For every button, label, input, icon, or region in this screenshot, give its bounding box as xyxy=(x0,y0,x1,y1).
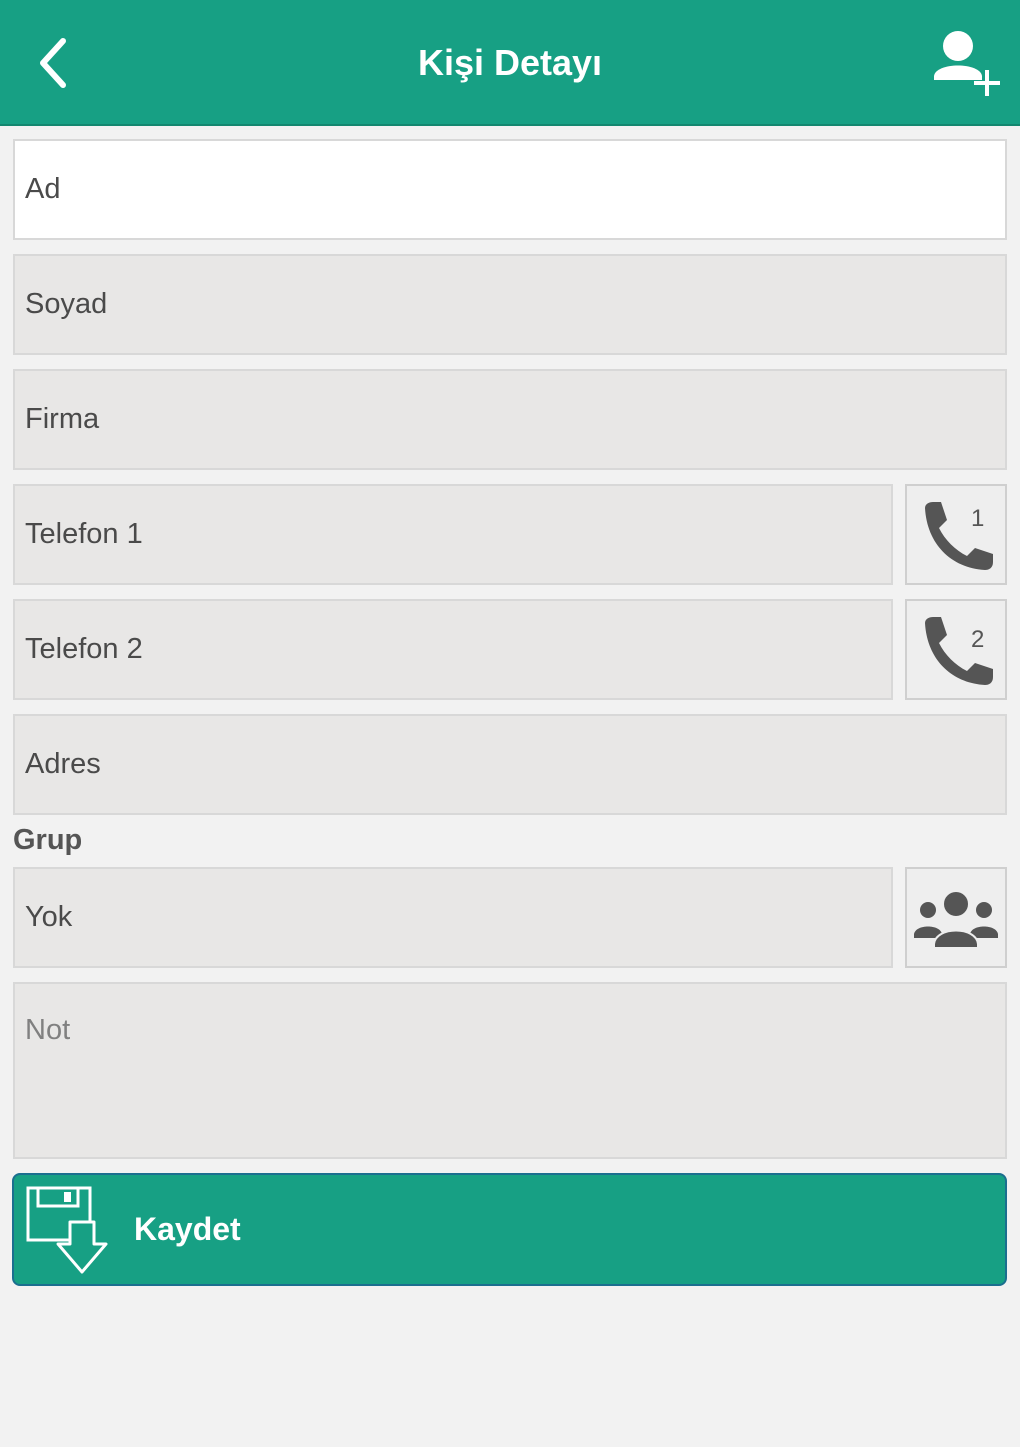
first-name-field[interactable]: Ad xyxy=(13,139,1007,240)
save-button[interactable]: Kaydet xyxy=(12,1173,1007,1286)
group-section-label: Grup xyxy=(13,824,83,856)
group-icon xyxy=(914,889,998,949)
phone1-badge: 1 xyxy=(971,505,984,532)
address-field[interactable]: Adres xyxy=(13,714,1007,815)
phone2-field[interactable]: Telefon 2 xyxy=(13,599,893,700)
page-title: Kişi Detayı xyxy=(417,42,603,83)
add-user-icon xyxy=(934,31,1000,96)
phone-icon: 2 xyxy=(925,616,993,685)
floppy-download-icon xyxy=(26,1186,108,1273)
call-phone2-button[interactable]: 2 xyxy=(905,599,1007,700)
group-value: Yok xyxy=(25,901,73,933)
company-placeholder: Firma xyxy=(25,403,100,435)
phone-icon: 1 xyxy=(925,501,993,570)
address-placeholder: Adres xyxy=(25,748,101,780)
call-phone1-button[interactable]: 1 xyxy=(905,484,1007,585)
add-user-button[interactable] xyxy=(932,26,1002,100)
save-button-label: Kaydet xyxy=(134,1211,241,1247)
app-bar: Kişi Detayı xyxy=(0,0,1020,126)
phone2-placeholder: Telefon 2 xyxy=(25,633,143,665)
phone2-badge: 2 xyxy=(971,626,984,653)
phone1-field[interactable]: Telefon 1 xyxy=(13,484,893,585)
note-placeholder: Not xyxy=(25,1014,71,1046)
note-textarea[interactable]: Not xyxy=(13,982,1007,1159)
first-name-placeholder: Ad xyxy=(25,173,61,205)
phone1-placeholder: Telefon 1 xyxy=(25,518,143,550)
select-group-button[interactable] xyxy=(905,867,1007,968)
last-name-field[interactable]: Soyad xyxy=(13,254,1007,355)
company-field[interactable]: Firma xyxy=(13,369,1007,470)
group-field[interactable]: Yok xyxy=(13,867,893,968)
last-name-placeholder: Soyad xyxy=(25,288,108,320)
